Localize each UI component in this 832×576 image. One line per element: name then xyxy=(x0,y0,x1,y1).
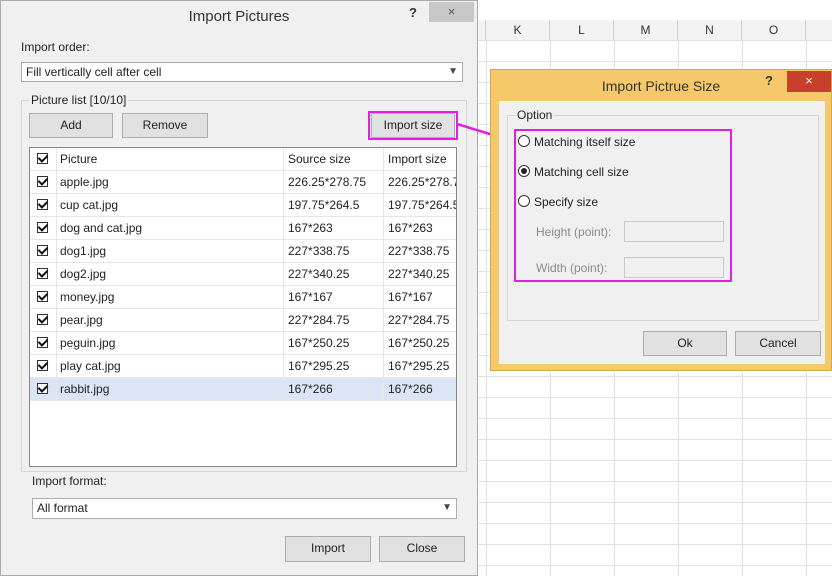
import-order-select[interactable]: Fill vertically cell after cell ▼ xyxy=(21,62,463,82)
import-format-select[interactable]: All format ▼ xyxy=(32,498,457,519)
picture-name-cell: dog2.jpg xyxy=(56,263,284,285)
table-row[interactable]: peguin.jpg 167*250.25 167*250.25 xyxy=(30,332,456,355)
header-source-size[interactable]: Source size xyxy=(284,148,384,170)
picture-name-cell: apple.jpg xyxy=(56,171,284,193)
row-checkbox[interactable] xyxy=(37,268,48,279)
picture-table: Picture Source size Import size apple.jp… xyxy=(29,147,457,467)
source-size-cell: 167*263 xyxy=(284,217,384,239)
picture-name-cell: money.jpg xyxy=(56,286,284,308)
table-row[interactable]: dog and cat.jpg 167*263 167*263 xyxy=(30,217,456,240)
picture-name-cell: rabbit.jpg xyxy=(56,378,284,400)
source-size-cell: 167*295.25 xyxy=(284,355,384,377)
import-format-value: All format xyxy=(37,501,88,515)
ok-button[interactable]: Ok xyxy=(643,331,727,356)
source-size-cell: 227*338.75 xyxy=(284,240,384,262)
row-checkbox[interactable] xyxy=(37,314,48,325)
column-header-l[interactable]: L xyxy=(550,20,614,40)
help-icon[interactable]: ? xyxy=(765,73,773,88)
source-size-cell: 227*340.25 xyxy=(284,263,384,285)
help-icon[interactable]: ? xyxy=(409,5,417,20)
import-size-cell: 197.75*264.5 xyxy=(388,198,457,212)
source-size-cell: 167*167 xyxy=(284,286,384,308)
column-header-n[interactable]: N xyxy=(678,20,742,40)
table-header-row: Picture Source size Import size xyxy=(30,148,456,171)
chevron-down-icon: ▼ xyxy=(448,66,458,77)
import-button[interactable]: Import xyxy=(285,536,371,562)
header-picture[interactable]: Picture xyxy=(56,148,284,170)
source-size-cell: 167*250.25 xyxy=(284,332,384,354)
close-icon[interactable]: × xyxy=(429,2,474,22)
import-size-highlight xyxy=(368,111,458,140)
import-size-cell: 167*295.25 xyxy=(388,359,450,373)
picture-name-cell: cup cat.jpg xyxy=(56,194,284,216)
source-size-cell: 167*266 xyxy=(284,378,384,400)
table-row[interactable]: cup cat.jpg 197.75*264.5 197.75*264.5 xyxy=(30,194,456,217)
picture-name-cell: play cat.jpg xyxy=(56,355,284,377)
import-size-cell: 167*266 xyxy=(388,382,433,396)
table-row[interactable]: dog2.jpg 227*340.25 227*340.25 xyxy=(30,263,456,286)
picture-name-cell: pear.jpg xyxy=(56,309,284,331)
row-checkbox[interactable] xyxy=(37,199,48,210)
table-row[interactable]: money.jpg 167*167 167*167 xyxy=(30,286,456,309)
table-row[interactable]: pear.jpg 227*284.75 227*284.75 xyxy=(30,309,456,332)
close-icon[interactable]: × xyxy=(787,71,831,92)
column-header-k[interactable]: K xyxy=(486,20,550,40)
source-size-cell: 227*284.75 xyxy=(284,309,384,331)
column-header-bar: K L M N O xyxy=(478,20,832,41)
row-checkbox[interactable] xyxy=(37,383,48,394)
add-button[interactable]: Add xyxy=(29,113,113,138)
picture-name-cell: dog1.jpg xyxy=(56,240,284,262)
size-dialog-body: Option Matching itself size Matching cel… xyxy=(499,101,825,364)
import-size-cell: 227*284.75 xyxy=(388,313,450,327)
row-checkbox[interactable] xyxy=(37,337,48,348)
cancel-button[interactable]: Cancel xyxy=(735,331,821,356)
column-header-m[interactable]: M xyxy=(614,20,678,40)
import-format-label: Import format: xyxy=(32,474,107,488)
picture-name-cell: dog and cat.jpg xyxy=(56,217,284,239)
size-dialog-title: Import Pictrue Size xyxy=(601,78,721,94)
row-checkbox[interactable] xyxy=(37,176,48,187)
table-row[interactable]: apple.jpg226.25*278.75226.25*278.75 xyxy=(30,171,456,194)
picture-name-cell: peguin.jpg xyxy=(56,332,284,354)
column-header-o[interactable]: O xyxy=(742,20,806,40)
table-row[interactable]: rabbit.jpg 167*266 167*266 xyxy=(30,378,456,401)
row-checkbox[interactable] xyxy=(37,245,48,256)
table-row[interactable]: dog1.jpg 227*338.75 227*338.75 xyxy=(30,240,456,263)
import-size-cell: 227*340.25 xyxy=(388,267,450,281)
import-pictures-dialog: Import Pictures ? × Import order: Fill v… xyxy=(0,0,478,576)
import-size-cell: 167*167 xyxy=(388,290,433,304)
main-titlebar: Import Pictures ? × xyxy=(1,1,477,31)
import-size-cell: 226.25*278.75 xyxy=(388,175,456,189)
picture-list-label: Picture list [10/10] xyxy=(29,93,129,107)
row-checkbox[interactable] xyxy=(37,360,48,371)
row-checkbox[interactable] xyxy=(37,222,48,233)
main-dialog-title: Import Pictures xyxy=(188,8,290,25)
import-size-cell: 227*338.75 xyxy=(388,244,450,258)
table-row[interactable]: play cat.jpg 167*295.25 167*295.25 xyxy=(30,355,456,378)
import-order-label: Import order: xyxy=(21,40,90,54)
header-import-size[interactable]: Import size xyxy=(384,148,456,170)
close-button[interactable]: Close xyxy=(379,536,465,562)
chevron-down-icon: ▼ xyxy=(442,502,452,513)
import-size-cell: 167*250.25 xyxy=(388,336,450,350)
options-highlight xyxy=(514,129,732,282)
remove-button[interactable]: Remove xyxy=(122,113,208,138)
source-size-cell: 226.25*278.75 xyxy=(284,171,384,193)
import-picture-size-dialog: Import Pictrue Size ? × Option Matching … xyxy=(490,69,832,371)
import-size-cell: 167*263 xyxy=(388,221,433,235)
row-checkbox[interactable] xyxy=(37,291,48,302)
import-order-value: Fill vertically cell after cell xyxy=(26,65,162,79)
option-label: Option xyxy=(515,108,555,122)
source-size-cell: 197.75*264.5 xyxy=(284,194,384,216)
select-all-checkbox[interactable] xyxy=(37,153,48,164)
